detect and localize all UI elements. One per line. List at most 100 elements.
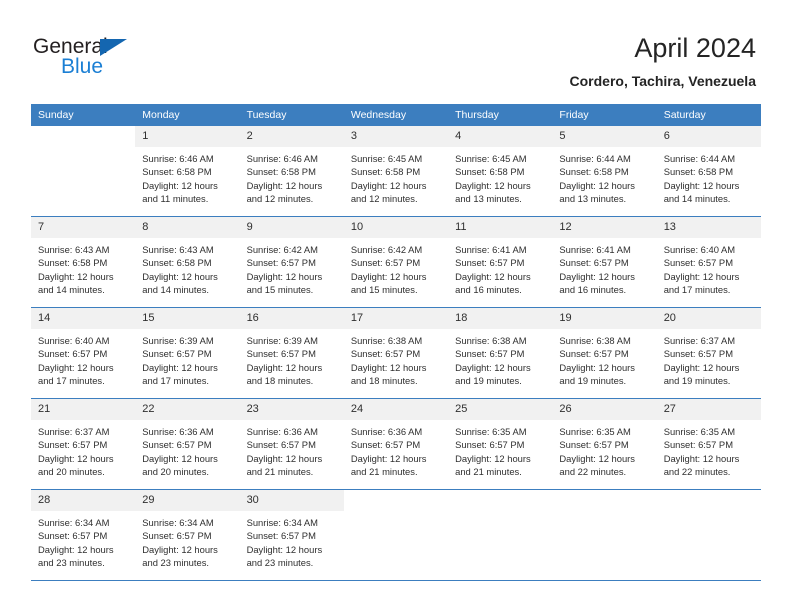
brand-name-blue: Blue — [61, 55, 104, 78]
day-number — [343, 490, 449, 511]
daylight-text-line1: Daylight: 12 hours — [38, 361, 114, 373]
daylight-text-line2: and 14 minutes. — [142, 284, 209, 296]
daylight-text-line2: and 12 minutes. — [246, 193, 314, 205]
calendar-day-cell[interactable]: 2 Sunrise: 6:46 AM Sunset: 6:58 PM Daylight… — [239, 126, 344, 217]
day-details: Sunrise: 6:36 AM Sunset: 6:57 PM Daylight:… — [344, 420, 448, 479]
daylight-text-line2: and 20 minutes. — [38, 466, 105, 478]
calendar-cell-empty — [552, 489, 657, 581]
calendar-day-cell[interactable]: 22 Sunrise: 6:36 AM Sunset: 6:57 PM Dayligh… — [135, 398, 240, 490]
sunset-text: Sunset: 6:57 PM — [559, 439, 629, 451]
day-details: Sunrise: 6:41 AM Sunset: 6:57 PM Daylight:… — [552, 238, 656, 297]
day-number: 7 — [31, 217, 136, 238]
sunset-text: Sunset: 6:57 PM — [559, 348, 629, 360]
sunset-text: Sunset: 6:58 PM — [350, 166, 421, 178]
day-number — [448, 490, 553, 511]
day-number: 27 — [656, 399, 761, 420]
daylight-text-line1: Daylight: 12 hours — [455, 179, 531, 191]
daylight-text-line2: and 12 minutes. — [350, 193, 418, 205]
sunrise-text: Sunrise: 6:45 AM — [350, 153, 423, 164]
calendar-day-cell[interactable]: 20 Sunrise: 6:37 AM Sunset: 6:57 PM Dayligh… — [656, 307, 761, 399]
daylight-text-line1: Daylight: 12 hours — [663, 361, 740, 373]
calendar-day-cell[interactable]: 1 Sunrise: 6:46 AM Sunset: 6:58 PM Daylight… — [135, 126, 240, 217]
calendar-day-cell[interactable]: 10 Sunrise: 6:42 AM Sunset: 6:57 PM Dayligh… — [343, 216, 449, 308]
daylight-text-line1: Daylight: 12 hours — [559, 179, 635, 191]
calendar-day-cell[interactable]: 15 Sunrise: 6:39 AM Sunset: 6:57 PM Dayligh… — [135, 307, 240, 399]
calendar-day-cell[interactable]: 29 Sunrise: 6:34 AM Sunset: 6:57 PM Dayligh… — [135, 489, 240, 581]
daylight-text-line1: Daylight: 12 hours — [38, 452, 114, 464]
day-number: 28 — [31, 490, 136, 511]
day-number: 18 — [448, 308, 553, 329]
sunrise-text: Sunrise: 6:41 AM — [559, 244, 631, 255]
calendar-body: 1 Sunrise: 6:46 AM Sunset: 6:58 PM Daylight… — [31, 126, 761, 581]
sunset-text: Sunset: 6:57 PM — [246, 530, 316, 542]
sunrise-text: Sunrise: 6:44 AM — [663, 153, 736, 164]
daylight-text-line2: and 19 minutes. — [663, 375, 731, 387]
sunset-text: Sunset: 6:57 PM — [455, 439, 525, 451]
day-number: 21 — [31, 399, 136, 420]
day-number: 17 — [343, 308, 449, 329]
calendar-day-cell[interactable]: 6 Sunrise: 6:44 AM Sunset: 6:58 PM Daylight… — [656, 126, 761, 217]
sunrise-text: Sunrise: 6:39 AM — [142, 335, 214, 346]
brand-logo[interactable]: General Blue — [33, 36, 233, 86]
calendar-day-cell[interactable]: 17 Sunrise: 6:38 AM Sunset: 6:57 PM Dayligh… — [343, 307, 449, 399]
sunset-text: Sunset: 6:58 PM — [142, 166, 212, 178]
sunset-text: Sunset: 6:57 PM — [350, 439, 421, 451]
calendar-day-cell[interactable]: 8 Sunrise: 6:43 AM Sunset: 6:58 PM Daylight… — [135, 216, 240, 308]
calendar-day-cell[interactable]: 12 Sunrise: 6:41 AM Sunset: 6:57 PM Dayligh… — [552, 216, 657, 308]
sunset-text: Sunset: 6:57 PM — [38, 348, 108, 360]
daylight-text-line2: and 13 minutes. — [559, 193, 627, 205]
sunrise-text: Sunrise: 6:44 AM — [559, 153, 631, 164]
calendar-week-row: 1 Sunrise: 6:46 AM Sunset: 6:58 PM Daylight… — [31, 126, 761, 217]
sunrise-text: Sunrise: 6:39 AM — [246, 335, 318, 346]
calendar-grid: Sunday Monday Tuesday Wednesday Thursday… — [31, 104, 761, 581]
daylight-text-line1: Daylight: 12 hours — [350, 179, 427, 191]
brand-name-general: General — [33, 35, 108, 58]
day-details: Sunrise: 6:38 AM Sunset: 6:57 PM Daylight:… — [344, 329, 448, 388]
sunrise-text: Sunrise: 6:46 AM — [142, 153, 214, 164]
calendar-day-cell[interactable]: 25 Sunrise: 6:35 AM Sunset: 6:57 PM Dayligh… — [448, 398, 553, 490]
daylight-text-line2: and 17 minutes. — [38, 375, 105, 387]
calendar-day-cell[interactable]: 16 Sunrise: 6:39 AM Sunset: 6:57 PM Dayligh… — [239, 307, 344, 399]
daylight-text-line2: and 21 minutes. — [350, 466, 418, 478]
daylight-text-line2: and 15 minutes. — [350, 284, 418, 296]
sunset-text: Sunset: 6:58 PM — [38, 257, 108, 269]
weekday-header-saturday: Saturday — [656, 104, 761, 126]
calendar-day-cell[interactable]: 7 Sunrise: 6:43 AM Sunset: 6:58 PM Daylight… — [31, 216, 136, 308]
daylight-text-line2: and 23 minutes. — [38, 557, 105, 569]
calendar-day-cell[interactable]: 9 Sunrise: 6:42 AM Sunset: 6:57 PM Daylight… — [239, 216, 344, 308]
calendar-day-cell[interactable]: 11 Sunrise: 6:41 AM Sunset: 6:57 PM Dayligh… — [448, 216, 553, 308]
calendar-day-cell[interactable]: 26 Sunrise: 6:35 AM Sunset: 6:57 PM Dayligh… — [552, 398, 657, 490]
weekday-header-wednesday: Wednesday — [343, 104, 449, 126]
calendar-day-cell[interactable]: 14 Sunrise: 6:40 AM Sunset: 6:57 PM Dayligh… — [31, 307, 136, 399]
day-details: Sunrise: 6:36 AM Sunset: 6:57 PM Daylight:… — [240, 420, 344, 479]
calendar-day-cell[interactable]: 5 Sunrise: 6:44 AM Sunset: 6:58 PM Daylight… — [552, 126, 657, 217]
daylight-text-line2: and 18 minutes. — [350, 375, 418, 387]
daylight-text-line1: Daylight: 12 hours — [246, 179, 323, 191]
day-details: Sunrise: 6:43 AM Sunset: 6:58 PM Daylight:… — [31, 238, 135, 297]
daylight-text-line2: and 20 minutes. — [142, 466, 209, 478]
daylight-text-line1: Daylight: 12 hours — [559, 452, 635, 464]
calendar-day-cell[interactable]: 13 Sunrise: 6:40 AM Sunset: 6:57 PM Dayligh… — [656, 216, 761, 308]
calendar-day-cell[interactable]: 28 Sunrise: 6:34 AM Sunset: 6:57 PM Dayligh… — [31, 489, 136, 581]
calendar-day-cell[interactable]: 3 Sunrise: 6:45 AM Sunset: 6:58 PM Daylight… — [343, 126, 449, 217]
calendar-day-cell[interactable]: 24 Sunrise: 6:36 AM Sunset: 6:57 PM Dayligh… — [343, 398, 449, 490]
calendar-day-cell[interactable]: 21 Sunrise: 6:37 AM Sunset: 6:57 PM Dayligh… — [31, 398, 136, 490]
day-number: 13 — [656, 217, 761, 238]
daylight-text-line2: and 15 minutes. — [246, 284, 314, 296]
sunrise-text: Sunrise: 6:38 AM — [559, 335, 631, 346]
daylight-text-line1: Daylight: 12 hours — [246, 543, 323, 555]
day-details: Sunrise: 6:44 AM Sunset: 6:58 PM Daylight:… — [657, 147, 761, 206]
calendar-day-cell[interactable]: 27 Sunrise: 6:35 AM Sunset: 6:57 PM Dayligh… — [656, 398, 761, 490]
calendar-day-cell[interactable]: 4 Sunrise: 6:45 AM Sunset: 6:58 PM Daylight… — [448, 126, 553, 217]
day-details: Sunrise: 6:45 AM Sunset: 6:58 PM Daylight:… — [344, 147, 448, 206]
day-details: Sunrise: 6:35 AM Sunset: 6:57 PM Daylight:… — [657, 420, 761, 479]
calendar-day-cell[interactable]: 19 Sunrise: 6:38 AM Sunset: 6:57 PM Dayligh… — [552, 307, 657, 399]
calendar-day-cell[interactable]: 18 Sunrise: 6:38 AM Sunset: 6:57 PM Dayligh… — [448, 307, 553, 399]
calendar-day-cell[interactable]: 23 Sunrise: 6:36 AM Sunset: 6:57 PM Dayligh… — [239, 398, 344, 490]
daylight-text-line2: and 14 minutes. — [38, 284, 105, 296]
sunset-text: Sunset: 6:57 PM — [559, 257, 629, 269]
calendar-day-cell[interactable]: 30 Sunrise: 6:34 AM Sunset: 6:57 PM Dayligh… — [239, 489, 344, 581]
sunrise-text: Sunrise: 6:43 AM — [38, 244, 110, 255]
daylight-text-line1: Daylight: 12 hours — [559, 361, 635, 373]
sunset-text: Sunset: 6:57 PM — [663, 257, 733, 269]
